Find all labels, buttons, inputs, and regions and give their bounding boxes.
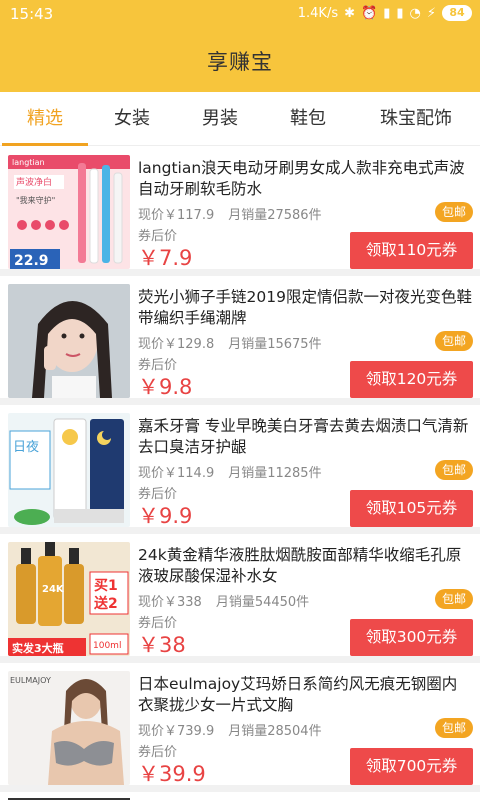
product-title: 日本eulmajoy艾玛娇日系简约风无痕无钢圈内衣聚拢少女一片式文胸: [138, 675, 458, 714]
current-price: 现价￥129.8: [138, 337, 215, 352]
product-title: 24k黄金精华液胜肽烟酰胺面部精华收缩毛孔原液玻尿酸保湿补水女: [138, 546, 462, 585]
free-shipping-badge: 包邮: [435, 331, 473, 351]
page-title: 享赚宝: [207, 50, 273, 74]
free-shipping-badge: 包邮: [435, 589, 473, 609]
coupon-price: ￥7.9: [138, 246, 193, 270]
monthly-sales: 月销量15675件: [228, 337, 322, 352]
coupon-price: ￥38: [138, 633, 186, 657]
charging-icon: ⚡: [426, 5, 436, 21]
thumb-brand: langtian: [12, 158, 45, 167]
product-item[interactable]: 日夜 嘉禾牙膏 专业早晚美白牙膏去黄去烟渍口气清新去口臭洁牙护龈 现价￥114.…: [0, 405, 480, 528]
alarm-icon: ⏰: [361, 5, 378, 21]
bluetooth-icon: ✱: [344, 5, 356, 21]
app-bar: 享赚宝: [0, 30, 480, 92]
thumb-bottle: 24K: [42, 584, 65, 595]
product-title: langtian浪天电动牙刷男女成人款非充电式声波自动牙刷软毛防水: [138, 159, 465, 198]
monthly-sales: 月销量11285件: [228, 466, 322, 481]
thumb-size: 100ml: [93, 641, 121, 651]
product-image: EULMAJOY: [8, 671, 130, 785]
signal-icon: ▮: [396, 5, 404, 21]
free-shipping-badge: 包邮: [435, 460, 473, 480]
product-item[interactable]: 荧光小狮子手链2019限定情侣款一对夜光变色鞋带编织手绳潮牌 现价￥129.8 月…: [0, 276, 480, 399]
tab-jewelry[interactable]: 珠宝配饰: [352, 92, 480, 146]
monthly-sales: 月销量28504件: [228, 724, 322, 739]
get-coupon-button[interactable]: 领取120元券: [350, 361, 473, 398]
thumb-tag: 日夜: [13, 440, 39, 455]
tab-featured[interactable]: 精选: [0, 92, 90, 146]
network-speed: 1.4K/s: [297, 5, 339, 21]
thumb-price: 22.9: [14, 253, 49, 269]
get-coupon-button[interactable]: 领取105元券: [350, 490, 473, 527]
thumb-brand: EULMAJOY: [10, 676, 51, 685]
get-coupon-button[interactable]: 领取110元券: [350, 232, 473, 269]
thumb-sub: "我来守护": [16, 195, 55, 205]
product-image: [8, 284, 130, 398]
current-price: 现价￥338: [138, 595, 202, 610]
tab-mens-clothing[interactable]: 男装: [176, 92, 264, 146]
product-list: langtian 声波净白 "我来守护" 22.9 langtian浪天电动牙刷…: [0, 147, 480, 800]
status-bar: 15:43 1.4K/s ✱ ⏰ ▮ ▮ ◔ ⚡ 84: [0, 0, 480, 30]
thumb-bottom: 实发3大瓶: [12, 641, 64, 655]
product-item[interactable]: langtian 声波净白 "我来守护" 22.9 langtian浪天电动牙刷…: [0, 147, 480, 270]
product-title: 嘉禾牙膏 专业早晚美白牙膏去黄去烟渍口气清新去口臭洁牙护龈: [138, 417, 469, 456]
product-item[interactable]: 24K 买1 送2 实发3大瓶 100ml 24k黄金精华液胜肽烟酰胺面部精华收…: [0, 534, 480, 657]
tab-womens-clothing[interactable]: 女装: [88, 92, 176, 146]
get-coupon-button[interactable]: 领取300元券: [350, 619, 473, 656]
thumb-promo1: 买1: [94, 578, 118, 594]
monthly-sales: 月销量27586件: [228, 208, 322, 223]
signal-4g-icon: ▮: [383, 5, 391, 21]
product-image: langtian 声波净白 "我来守护" 22.9: [8, 155, 130, 269]
coupon-price: ￥39.9: [138, 762, 206, 786]
product-item[interactable]: [0, 792, 480, 800]
current-price: 现价￥114.9: [138, 466, 215, 481]
monthly-sales: 月销量54450件: [215, 595, 310, 610]
thumb-tag: 声波净白: [16, 176, 52, 188]
tab-shoes-bags[interactable]: 鞋包: [264, 92, 352, 146]
product-image: 24K 买1 送2 实发3大瓶 100ml: [8, 542, 130, 656]
battery-icon: 84: [442, 5, 472, 21]
product-image: 日夜: [8, 413, 130, 527]
active-tab-indicator: [2, 143, 88, 146]
current-price: 现价￥739.9: [138, 724, 215, 739]
status-time: 15:43: [10, 5, 54, 23]
product-title: 荧光小狮子手链2019限定情侣款一对夜光变色鞋带编织手绳潮牌: [138, 288, 472, 327]
current-price: 现价￥117.9: [138, 208, 215, 223]
thumb-promo2: 送2: [93, 595, 118, 612]
free-shipping-badge: 包邮: [435, 202, 473, 222]
wifi-icon: ◔: [409, 5, 421, 21]
get-coupon-button[interactable]: 领取700元券: [350, 748, 473, 785]
free-shipping-badge: 包邮: [435, 718, 473, 738]
category-tabs: 精选 女装 男装 鞋包 珠宝配饰: [0, 92, 480, 146]
coupon-price: ￥9.8: [138, 375, 193, 399]
coupon-price: ￥9.9: [138, 504, 193, 528]
status-icons: 1.4K/s ✱ ⏰ ▮ ▮ ◔ ⚡ 84: [298, 5, 472, 21]
product-item[interactable]: EULMAJOY 日本eulmajoy艾玛娇日系简约风无痕无钢圈内衣聚拢少女一片…: [0, 663, 480, 786]
